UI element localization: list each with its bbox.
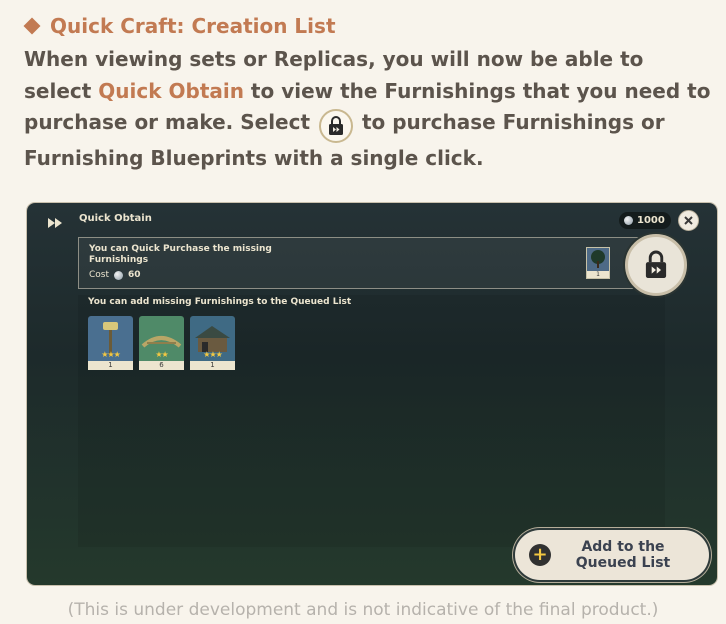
realm-currency-icon	[114, 270, 124, 280]
diamond-bullet-icon	[23, 17, 41, 35]
add-button-label: Add to the Queued List	[575, 539, 671, 571]
item-count: 6	[139, 361, 184, 370]
quick-purchase-button[interactable]	[625, 234, 687, 296]
furnishing-item[interactable]: ★★★ 1	[190, 316, 235, 370]
queued-list-hint: You can add missing Furnishings to the Q…	[88, 297, 352, 307]
quick-buy-lock-icon	[645, 250, 667, 278]
cost-row: Cost 60	[89, 270, 141, 280]
description-paragraph: When viewing sets or Replicas, you will …	[24, 44, 714, 175]
heading-text: Quick Craft: Creation List	[50, 14, 336, 38]
thumbnail-count: 1	[587, 271, 609, 278]
screen-title: Quick Obtain	[79, 213, 152, 224]
quick-purchase-message: You can Quick Purchase the missing Furni…	[89, 244, 272, 265]
furnishing-item[interactable]: ★★★ 1	[88, 316, 133, 370]
realm-currency-icon	[624, 216, 633, 225]
quick-buy-lock-icon	[319, 109, 353, 143]
furnishing-list: ★★★ 1 ★★ 6 ★★★ 1	[88, 316, 235, 370]
add-to-queued-list-button[interactable]: + Add to the Queued List	[515, 530, 709, 580]
close-icon	[684, 216, 693, 225]
rarity-stars: ★★	[155, 350, 168, 359]
rarity-stars: ★★★	[101, 350, 121, 359]
currency-amount: 1000	[637, 215, 665, 226]
section-heading: Quick Craft: Creation List	[23, 14, 336, 38]
item-count: 1	[88, 361, 133, 370]
furnishing-item[interactable]: ★★ 6	[139, 316, 184, 370]
cost-value: 60	[128, 270, 141, 280]
quick-purchase-panel: You can Quick Purchase the missing Furni…	[78, 237, 658, 289]
item-count: 1	[190, 361, 235, 370]
disclaimer-text: (This is under development and is not in…	[67, 600, 659, 620]
rarity-stars: ★★★	[203, 350, 223, 359]
currency-balance: 1000	[619, 212, 671, 229]
quick-obtain-screen: Quick Obtain 1000 You can Quick Purchase…	[27, 203, 717, 585]
plus-icon: +	[529, 544, 551, 566]
cost-label: Cost	[89, 270, 110, 280]
tree-icon	[591, 250, 605, 268]
quick-obtain-highlight: Quick Obtain	[98, 78, 244, 103]
close-button[interactable]	[678, 210, 699, 231]
fast-forward-icon	[48, 213, 62, 232]
tree-thumbnail: 1	[586, 247, 610, 279]
